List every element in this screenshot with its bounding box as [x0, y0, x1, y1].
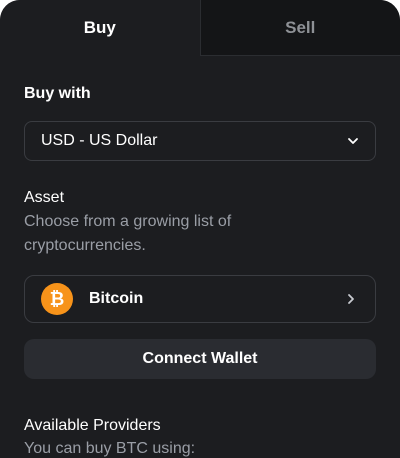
asset-heading: Asset: [24, 189, 65, 206]
asset-select[interactable]: ₿ Bitcoin: [24, 275, 376, 323]
currency-select[interactable]: USD - US Dollar: [24, 121, 376, 161]
providers-heading: Available Providers: [24, 417, 161, 434]
providers-description: You can buy BTC using:: [24, 440, 196, 457]
tab-buy[interactable]: Buy: [0, 0, 200, 56]
chevron-down-icon: [345, 133, 361, 149]
currency-select-value: USD - US Dollar: [41, 132, 158, 149]
tab-sell[interactable]: Sell: [199, 0, 400, 56]
buy-sell-tabs: Buy Sell: [0, 0, 400, 56]
connect-wallet-button[interactable]: Connect Wallet: [24, 339, 376, 379]
buy-with-label: Buy with: [24, 85, 91, 102]
bitcoin-icon: ₿: [41, 283, 73, 315]
asset-name: Bitcoin: [89, 290, 144, 307]
buy-sell-widget: Buy Sell Buy with USD - US Dollar Asset …: [0, 0, 400, 458]
buy-form: Buy with USD - US Dollar Asset Choose fr…: [0, 84, 400, 458]
asset-description: Choose from a growing list of cryptocurr…: [24, 213, 232, 254]
chevron-right-icon: [343, 291, 359, 307]
